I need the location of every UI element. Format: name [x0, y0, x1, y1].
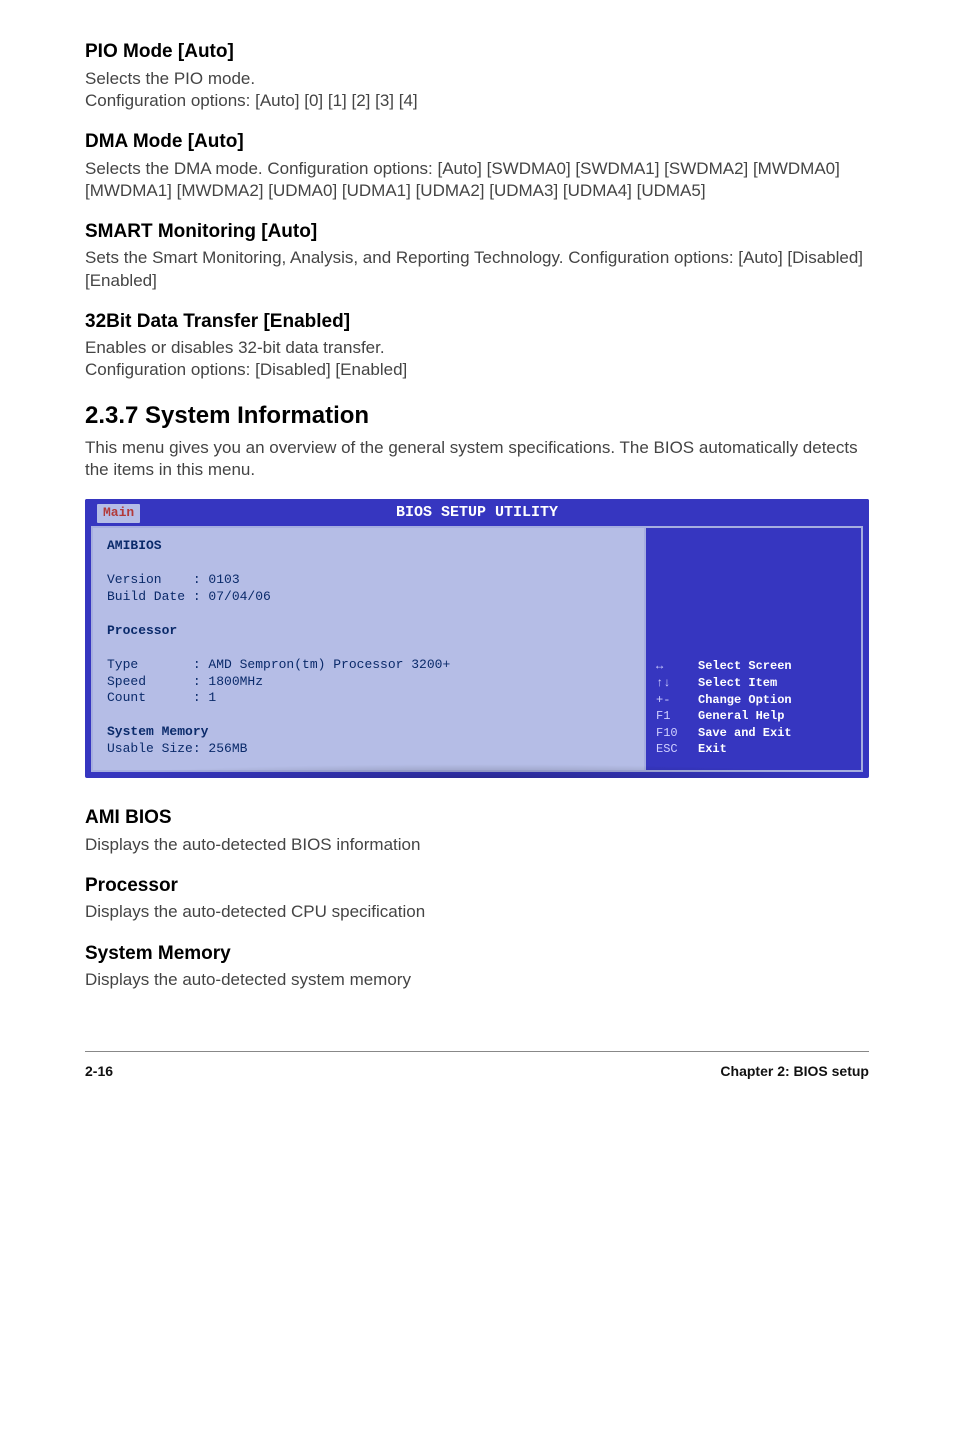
help-row: F10Save and Exit	[656, 726, 853, 742]
help-row: +-Change Option	[656, 693, 853, 709]
help-txt-3: General Help	[698, 709, 853, 725]
sysmem-heading: System Memory	[85, 942, 869, 967]
footer-page-num: 2-16	[85, 1062, 113, 1080]
amibios-text: Displays the auto-detected BIOS informat…	[85, 834, 869, 856]
help-key-3: F1	[656, 709, 698, 725]
bios-amibios-label: AMIBIOS	[107, 538, 162, 553]
bios-body: AMIBIOS Version : 0103 Build Date : 07/0…	[91, 526, 863, 772]
bios-tab-main: Main	[97, 504, 140, 523]
bios-speed: Speed : 1800MHz	[107, 674, 263, 689]
pio-line1: Selects the PIO mode.	[85, 69, 255, 88]
bios-processor-label: Processor	[107, 623, 177, 638]
footer-chapter: Chapter 2: BIOS setup	[720, 1062, 869, 1080]
help-txt-0: Select Screen	[698, 659, 853, 675]
smart-heading: SMART Monitoring [Auto]	[85, 220, 869, 245]
proc-text: Displays the auto-detected CPU specifica…	[85, 901, 869, 923]
help-key-2: +-	[656, 693, 698, 709]
bit32-line1: Enables or disables 32-bit data transfer…	[85, 338, 385, 357]
bios-build: Build Date : 07/04/06	[107, 589, 271, 604]
bios-type: Type : AMD Sempron(tm) Processor 3200+	[107, 657, 450, 672]
bios-title-bar: Main BIOS SETUP UTILITY	[85, 499, 869, 525]
help-txt-5: Exit	[698, 742, 853, 758]
bios-title: BIOS SETUP UTILITY	[396, 504, 558, 521]
amibios-heading: AMI BIOS	[85, 806, 869, 831]
bios-setup-screenshot: Main BIOS SETUP UTILITY AMIBIOS Version …	[85, 499, 869, 778]
bios-count: Count : 1	[107, 690, 216, 705]
help-key-1: ↑↓	[656, 676, 698, 692]
help-row: ↔Select Screen	[656, 659, 853, 675]
bit32-text: Enables or disables 32-bit data transfer…	[85, 337, 869, 381]
help-row: ↑↓Select Item	[656, 676, 853, 692]
bit32-line2: Configuration options: [Disabled] [Enabl…	[85, 360, 407, 379]
pio-mode-heading: PIO Mode [Auto]	[85, 40, 869, 65]
help-key-0: ↔	[656, 659, 698, 675]
proc-heading: Processor	[85, 874, 869, 899]
bios-right-panel: ↔Select Screen ↑↓Select Item +-Change Op…	[646, 528, 861, 770]
dma-mode-text: Selects the DMA mode. Configuration opti…	[85, 158, 869, 202]
pio-line2: Configuration options: [Auto] [0] [1] [2…	[85, 91, 418, 110]
help-txt-4: Save and Exit	[698, 726, 853, 742]
smart-text: Sets the Smart Monitoring, Analysis, and…	[85, 247, 869, 291]
bios-left-panel: AMIBIOS Version : 0103 Build Date : 07/0…	[93, 528, 646, 770]
help-key-5: ESC	[656, 742, 698, 758]
bios-sysmem-label: System Memory	[107, 724, 208, 739]
sysmem-text: Displays the auto-detected system memory	[85, 969, 869, 991]
dma-mode-heading: DMA Mode [Auto]	[85, 130, 869, 155]
help-row: ESCExit	[656, 742, 853, 758]
bios-version: Version : 0103	[107, 572, 240, 587]
bios-usable: Usable Size: 256MB	[107, 741, 247, 756]
sysinfo-text: This menu gives you an overview of the g…	[85, 437, 869, 481]
sysinfo-heading: 2.3.7 System Information	[85, 400, 869, 431]
page-footer: 2-16 Chapter 2: BIOS setup	[85, 1051, 869, 1080]
help-key-4: F10	[656, 726, 698, 742]
help-row: F1General Help	[656, 709, 853, 725]
pio-mode-text: Selects the PIO mode. Configuration opti…	[85, 68, 869, 112]
help-txt-1: Select Item	[698, 676, 853, 692]
bit32-heading: 32Bit Data Transfer [Enabled]	[85, 310, 869, 335]
help-txt-2: Change Option	[698, 693, 853, 709]
